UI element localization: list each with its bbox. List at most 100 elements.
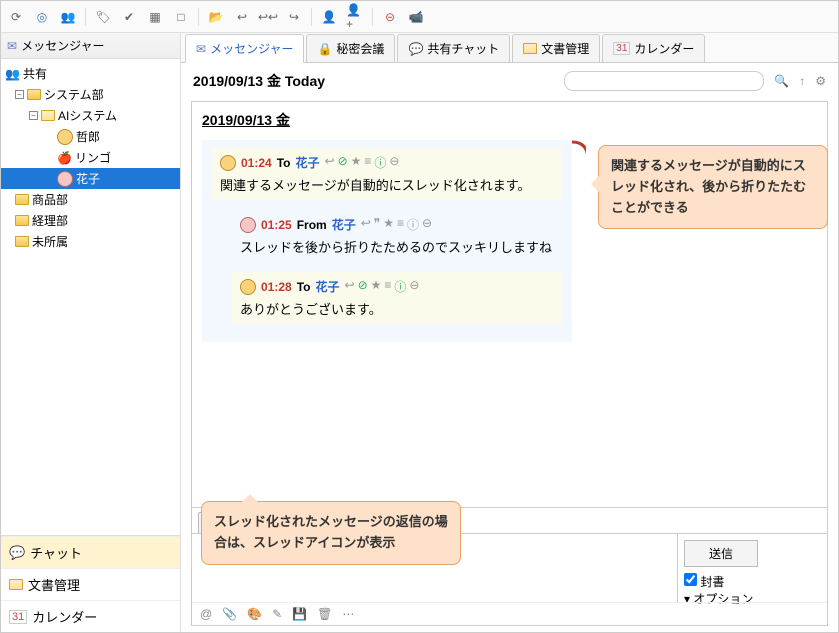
folder-icon: [523, 43, 537, 54]
nav-calendar[interactable]: 31 カレンダー: [1, 600, 180, 632]
message[interactable]: 01:25 From 花子 ↩ ❞ ★ ≡ ⓘ ⊖: [232, 210, 562, 262]
check-icon[interactable]: ✔: [120, 8, 138, 26]
tabs: ✉ メッセンジャー 🔒 秘密会議 💬共有チャット 文書管理 31カレンダー: [181, 33, 838, 63]
tab-label: メッセンジャー: [210, 40, 293, 57]
edit-icon[interactable]: ✎: [272, 607, 282, 621]
compose-options: 送信 封書 ▾ オプション: [677, 534, 827, 603]
tree-row[interactable]: 哲郎: [1, 126, 180, 147]
msg-direction: From: [297, 218, 327, 232]
folder-icon: [15, 194, 29, 205]
gear-icon[interactable]: ⚙: [815, 74, 826, 88]
quote-icon[interactable]: ❞: [374, 216, 380, 233]
mail-icon: ✉: [196, 42, 206, 56]
date-bar: 2019/09/13 金 Today 🔍 ↑ ⚙: [181, 63, 838, 95]
star-icon[interactable]: ★: [383, 216, 394, 233]
menu-icon[interactable]: ≡: [384, 278, 391, 295]
tree-label: 哲郎: [76, 128, 100, 145]
lock-icon: 🔒: [317, 42, 332, 56]
palette-icon[interactable]: 🎨: [247, 607, 262, 621]
tab-shared-chat[interactable]: 💬共有チャット: [397, 34, 510, 62]
sidebar-header: ✉ メッセンジャー: [1, 33, 180, 59]
chat-date-header: 2019/09/13 金: [202, 110, 817, 130]
info-icon[interactable]: ⓘ: [407, 216, 419, 233]
star-icon[interactable]: ★: [351, 154, 362, 171]
avatar-icon: [240, 217, 256, 233]
attach-icon[interactable]: 📎: [222, 607, 237, 621]
minus-circle-icon[interactable]: ⊖: [409, 278, 419, 295]
up-icon[interactable]: ↑: [799, 74, 805, 88]
grid-icon[interactable]: ▦: [146, 8, 164, 26]
tree-row[interactable]: −AIシステム: [1, 105, 180, 126]
folder-icon: [9, 579, 23, 590]
info-icon[interactable]: ⓘ: [394, 278, 406, 295]
chat-icon: 💬: [9, 545, 25, 561]
tree-row[interactable]: 経理部: [1, 210, 180, 231]
tree-row[interactable]: −システム部: [1, 84, 180, 105]
reply-all-icon[interactable]: ↩↩: [259, 8, 277, 26]
user-icon[interactable]: 👤: [320, 8, 338, 26]
tree-label: 未所属: [32, 233, 68, 250]
msg-name: 花子: [295, 154, 319, 171]
people-icon[interactable]: 👥: [59, 8, 77, 26]
stop-icon[interactable]: ⊝: [381, 8, 399, 26]
circles-icon[interactable]: ◎: [33, 8, 51, 26]
search-icon[interactable]: 🔍: [774, 74, 789, 88]
tab-messenger[interactable]: ✉ メッセンジャー: [185, 34, 304, 63]
tab-secret[interactable]: 🔒 秘密会議: [306, 34, 395, 62]
tab-label: 秘密会議: [336, 40, 384, 57]
tab-docs[interactable]: 文書管理: [512, 34, 600, 62]
folder-open-icon[interactable]: 📂: [207, 8, 225, 26]
menu-icon[interactable]: ≡: [397, 216, 404, 233]
sealed-checkbox[interactable]: 封書: [684, 575, 724, 589]
message[interactable]: 01:28 To 花子 ↩ ⊘ ★ ≡ ⓘ ⊖: [232, 272, 562, 324]
tab-calendar[interactable]: 31カレンダー: [602, 34, 705, 62]
tree-label: 共有: [23, 65, 47, 82]
msg-body: 関連するメッセージが自動的にスレッド化されます。: [220, 175, 554, 194]
more-icon[interactable]: ⋯: [342, 607, 354, 621]
nav-chat[interactable]: 💬チャット: [1, 536, 180, 568]
today-label: 2019/09/13 金 Today: [193, 71, 325, 91]
nav-label: カレンダー: [32, 607, 97, 626]
nav-docs[interactable]: 文書管理: [1, 568, 180, 600]
box-icon[interactable]: □: [172, 8, 190, 26]
tree-row[interactable]: 商品部: [1, 189, 180, 210]
info-icon[interactable]: ⓘ: [374, 154, 386, 171]
group-icon: 👥: [5, 67, 20, 81]
tree-row[interactable]: 未所属: [1, 231, 180, 252]
tree-row[interactable]: 🍎リンゴ: [1, 147, 180, 168]
search-input[interactable]: [564, 71, 764, 91]
reply-icon[interactable]: ↩: [325, 154, 335, 171]
msg-direction: To: [297, 280, 311, 294]
reply-icon[interactable]: ↩: [345, 278, 355, 295]
calendar-icon: 31: [9, 610, 27, 624]
trash-icon[interactable]: 🗑: [317, 607, 332, 621]
send-button[interactable]: 送信: [684, 540, 758, 567]
avatar-icon: [220, 155, 236, 171]
bracket-icon: [570, 140, 586, 156]
tree-row[interactable]: 👥共有: [1, 63, 180, 84]
tree-row-selected[interactable]: 花子: [1, 168, 180, 189]
calendar-icon: 31: [613, 42, 630, 55]
check-circle-icon[interactable]: ⊘: [358, 278, 368, 295]
message[interactable]: 01:24 To 花子 ↩ ⊘ ★ ≡ ⓘ ⊖: [212, 148, 562, 200]
video-icon[interactable]: 📹: [407, 8, 425, 26]
menu-icon[interactable]: ≡: [364, 154, 371, 171]
msg-body: スレッドを後から折りたためるのでスッキリしますね: [240, 237, 554, 256]
mention-icon[interactable]: @: [200, 607, 212, 621]
forward-icon[interactable]: ↪: [285, 8, 303, 26]
msg-body: ありがとうございます。: [240, 299, 554, 318]
tag-icon[interactable]: 🏷: [94, 8, 112, 26]
collapse-icon[interactable]: −: [15, 90, 24, 99]
save-icon[interactable]: 💾: [292, 607, 307, 621]
refresh-icon[interactable]: ⟳: [7, 8, 25, 26]
reply-icon[interactable]: ↩: [361, 216, 371, 233]
collapse-icon[interactable]: −: [29, 111, 38, 120]
star-icon[interactable]: ★: [371, 278, 382, 295]
reply-icon[interactable]: ↩: [233, 8, 251, 26]
avatar-icon: [57, 129, 73, 145]
nav-label: 文書管理: [28, 575, 80, 594]
check-circle-icon[interactable]: ⊘: [338, 154, 348, 171]
minus-circle-icon[interactable]: ⊖: [389, 154, 399, 171]
add-user-icon[interactable]: 👤+: [346, 8, 364, 26]
minus-circle-icon[interactable]: ⊖: [422, 216, 432, 233]
